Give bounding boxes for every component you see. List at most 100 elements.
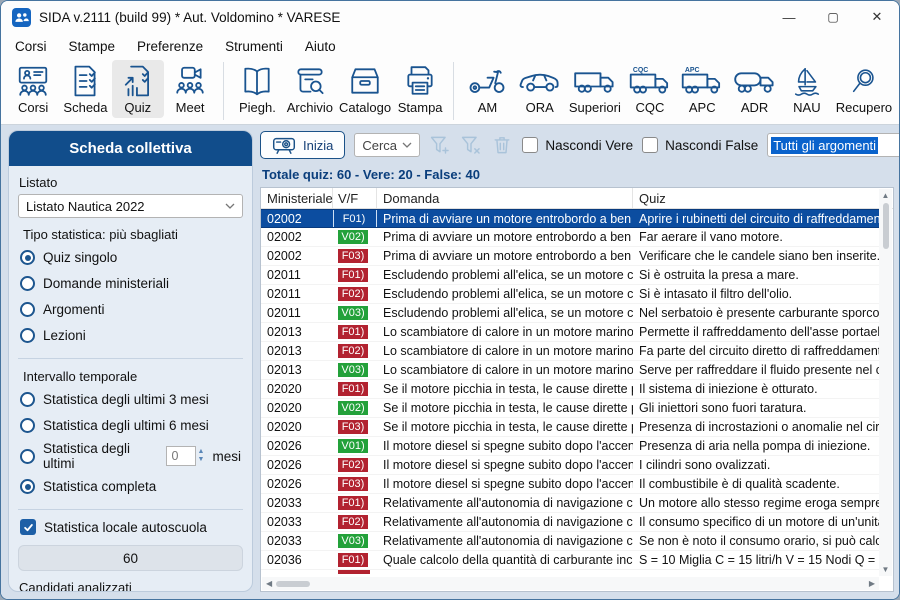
listato-dropdown[interactable]: Listato Nautica 2022 [18,194,243,218]
menu-item-preferenze[interactable]: Preferenze [126,36,214,57]
table-row[interactable]: 02026F02)Il motore diesel si spegne subi… [261,456,879,475]
horizontal-scroll-thumb[interactable] [276,581,310,587]
vf-badge: F01) [339,212,369,226]
radio-button-icon[interactable] [20,276,35,291]
radio-button-icon[interactable] [20,392,35,407]
horizontal-scrollbar[interactable]: ◀ ▶ [262,577,879,590]
argomenti-dropdown[interactable]: Tutti gli argomenti [767,133,900,157]
table-row[interactable]: 02011F01)Escludendo problemi all'elica, … [261,266,879,285]
radio-option[interactable]: Lezioni [20,325,241,346]
scroll-right-icon[interactable]: ▶ [869,579,875,588]
scroll-up-icon[interactable]: ▲ [882,191,890,200]
radio-option[interactable]: Domande ministeriali [20,273,241,294]
toolbar-button-cqc[interactable]: CQCCQC [624,60,676,118]
table-row[interactable]: 02026V01)Il motore diesel si spegne subi… [261,437,879,456]
radio-option[interactable]: Argomenti [20,299,241,320]
menu-bar: CorsiStampePreferenzeStrumentiAiuto [1,33,899,59]
column-header-ministeriale[interactable]: Ministeriale [261,188,333,208]
scroll-down-icon[interactable]: ▼ [882,565,890,574]
table-row[interactable]: 02013F02)Lo scambiatore di calore in un … [261,342,879,361]
cell-domanda: Il motore diesel si spegne subito dopo l… [377,437,633,455]
vertical-scroll-thumb[interactable] [883,203,889,249]
table-row[interactable]: 02002V02)Prima di avviare un motore entr… [261,228,879,247]
toolbar-button-adr[interactable]: ADR [728,60,780,118]
radio-button-icon[interactable] [20,250,35,265]
radio-button-icon[interactable] [20,449,35,464]
table-row[interactable]: 02020V02)Se il motore picchia in testa, … [261,399,879,418]
radio-option[interactable]: Quiz singolo [20,247,241,268]
radio-option[interactable]: Statistica degli ultimi 3 mesi [20,389,241,410]
menu-item-strumenti[interactable]: Strumenti [214,36,294,57]
cell-vf: V02) [333,228,377,246]
toolbar-label: NAU [793,100,820,115]
cell-quiz: Nel serbatoio è presente carburante spor… [633,304,879,322]
table-row[interactable]: 02033F02)Relativamente all'autonomia di … [261,513,879,532]
table-row[interactable]: 02026F03)Il motore diesel si spegne subi… [261,475,879,494]
trash-icon[interactable] [491,133,513,158]
sidebar-header: Scheda collettiva [9,131,252,166]
toolbar-button-archivio[interactable]: Archivio [284,60,337,118]
cell-ministeriale: 02033 [261,513,333,531]
nascondi-vere-checkbox-row[interactable]: Nascondi Vere [522,137,633,153]
cerca-dropdown[interactable]: Cerca ne [354,133,420,157]
toolbar-button-superiori[interactable]: Superiori [566,60,624,118]
table-row[interactable]: 02002F03)Prima di avviare un motore entr… [261,247,879,266]
minimize-button[interactable]: — [767,1,811,33]
toolbar-button-nau[interactable]: NAU [781,60,833,118]
table-row[interactable]: 02033V03)Relativamente all'autonomia di … [261,532,879,551]
toolbar-button-quiz[interactable]: Quiz [112,60,164,118]
menu-item-stampe[interactable]: Stampe [58,36,127,57]
toolbar-label: Corsi [18,100,48,115]
column-header-domanda[interactable]: Domanda [377,188,633,208]
toolbar-button-am[interactable]: AM [461,60,513,118]
toolbar-button-piegh[interactable]: Piegh. [231,60,283,118]
table-row[interactable]: 02002F01)Prima di avviare un motore entr… [261,209,879,228]
menu-item-aiuto[interactable]: Aiuto [294,36,347,57]
scroll-left-icon[interactable]: ◀ [266,579,272,588]
nascondi-false-checkbox-row[interactable]: Nascondi False [642,137,758,153]
column-header-vf[interactable]: V/F [333,188,377,208]
table-row[interactable]: 02033F01)Relativamente all'autonomia di … [261,494,879,513]
toolbar-button-recupero[interactable]: Recupero [833,60,895,118]
vf-badge: F01) [338,382,368,396]
filter-clear-icon[interactable] [460,133,482,158]
toolbar-button-scheda[interactable]: Scheda [59,60,111,118]
table-row[interactable]: 02011V03)Escludendo problemi all'elica, … [261,304,879,323]
table-row[interactable]: 02013F01)Lo scambiatore di calore in un … [261,323,879,342]
table-row[interactable]: 02011F02)Escludendo problemi all'elica, … [261,285,879,304]
menu-item-corsi[interactable]: Corsi [4,36,58,57]
table-row[interactable]: 02020F01)Se il motore picchia in testa, … [261,380,879,399]
close-button[interactable]: ✕ [855,1,899,33]
cell-domanda: Quale calcolo della quantità di carburan… [377,551,633,569]
vertical-scrollbar[interactable]: ▲ ▼ [879,189,892,576]
inizia-button[interactable]: Inizia [260,131,345,159]
checkbox-unchecked-icon[interactable] [522,137,538,153]
statistica-locale-checkbox-row[interactable]: Statistica locale autoscuola [20,519,241,535]
column-header-quiz[interactable]: Quiz [633,188,879,208]
toolbar-button-apc[interactable]: APCAPC [676,60,728,118]
table-row[interactable]: 02036F01)Quale calcolo della quantità di… [261,551,879,570]
checkbox-unchecked-icon[interactable] [642,137,658,153]
radio-button-icon[interactable] [20,479,35,494]
cell-quiz: Permette il raffreddamento dell'asse por… [633,323,879,341]
app-logo-icon [12,8,31,27]
radio-button-icon[interactable] [20,418,35,433]
table-row[interactable]: 02013V03)Lo scambiatore di calore in un … [261,361,879,380]
toolbar-button-meet[interactable]: Meet [164,60,216,118]
radio-option[interactable]: Statistica completa [20,476,241,497]
months-spinner[interactable]: 0▲▼ [166,446,205,466]
radio-button-icon[interactable] [20,328,35,343]
table-row[interactable]: 02020F03)Se il motore picchia in testa, … [261,418,879,437]
maximize-button[interactable]: ▢ [811,1,855,33]
radio-option[interactable]: Statistica degli ultimi0▲▼mesi [20,441,241,471]
toolbar-button-catalogo[interactable]: Catalogo [336,60,394,118]
spinner-arrows-icon[interactable]: ▲▼ [198,448,205,463]
radio-button-icon[interactable] [20,302,35,317]
toolbar-button-corsi[interactable]: Corsi [7,60,59,118]
filter-add-icon[interactable] [429,133,451,158]
cell-vf: F01) [333,323,377,341]
toolbar-button-ora[interactable]: ORA [514,60,566,118]
checkbox-checked-icon[interactable] [20,519,36,535]
toolbar-button-stampa[interactable]: Stampa [394,60,446,118]
radio-option[interactable]: Statistica degli ultimi 6 mesi [20,415,241,436]
